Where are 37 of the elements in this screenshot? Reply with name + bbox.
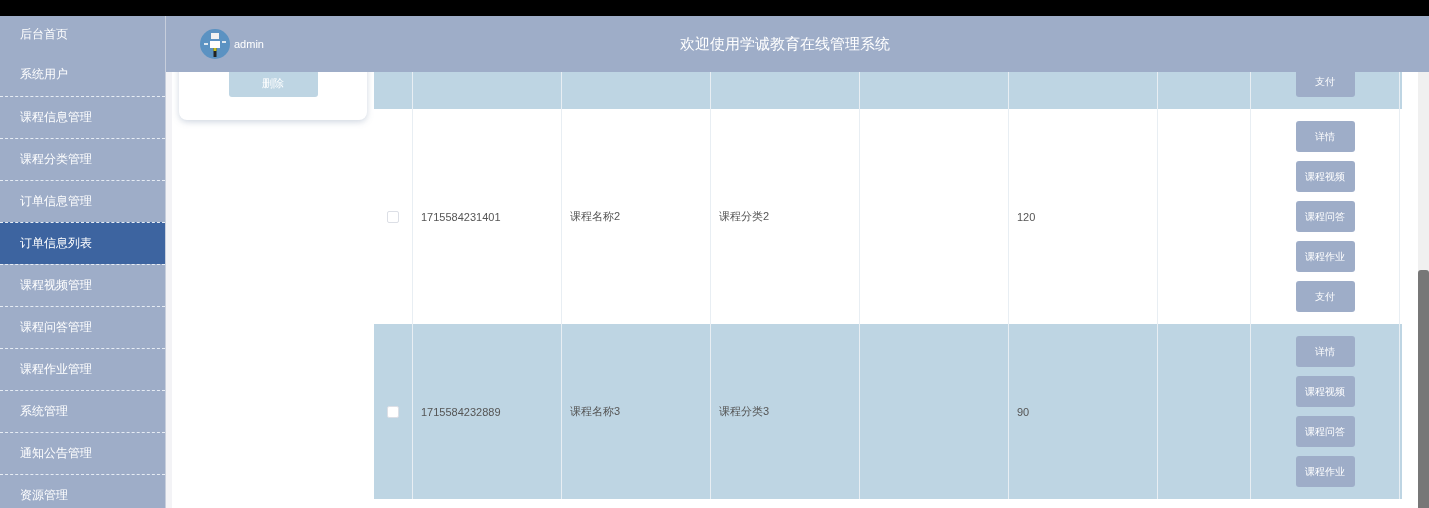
action-button[interactable]: 详情	[1295, 121, 1355, 152]
row-checkbox[interactable]	[387, 210, 399, 223]
action-button[interactable]: 支付	[1295, 72, 1355, 97]
scrollbar[interactable]	[1418, 72, 1429, 508]
sidebar-item[interactable]: 系统用户	[0, 56, 165, 96]
sidebar-item[interactable]: 课程视频管理	[0, 264, 165, 306]
table-cell: 1715584232889	[421, 405, 501, 418]
table-cell: 课程分类3	[719, 404, 770, 419]
table-cell: 90	[1017, 405, 1030, 418]
action-button[interactable]: 课程问答	[1295, 201, 1355, 232]
scrollbar-thumb[interactable]	[1418, 270, 1429, 508]
sidebar-item[interactable]: 通知公告管理	[0, 432, 165, 474]
table-cell: 课程名称3	[570, 404, 621, 419]
sidebar-item[interactable]: 课程作业管理	[0, 348, 165, 390]
action-button[interactable]: 课程作业	[1295, 456, 1355, 487]
action-button[interactable]: 课程问答	[1295, 416, 1355, 447]
sidebar-item[interactable]: 系统管理	[0, 390, 165, 432]
sidebar-item[interactable]: 课程分类管理	[0, 138, 165, 180]
table-cell: 120	[1017, 210, 1036, 223]
system-title: 欢迎使用学诚教育在线管理系统	[678, 34, 891, 54]
table-cell: 1715584231401	[421, 210, 501, 223]
action-button[interactable]: 课程视频	[1295, 376, 1355, 407]
action-button[interactable]: 课程视频	[1295, 161, 1355, 192]
table-cell: 课程名称2	[570, 209, 621, 224]
action-button[interactable]: 详情	[1295, 336, 1355, 367]
username: admin	[234, 38, 264, 50]
avatar-icon	[200, 29, 230, 59]
sidebar-item[interactable]: 订单信息列表	[0, 222, 165, 264]
row-checkbox[interactable]	[387, 405, 399, 418]
delete-button[interactable]: 删除	[228, 72, 318, 97]
action-button[interactable]: 支付	[1295, 281, 1355, 312]
sidebar-item[interactable]: 资源管理	[0, 474, 165, 508]
sidebar-item[interactable]: 课程信息管理	[0, 96, 165, 138]
action-button[interactable]: 课程作业	[1295, 241, 1355, 272]
sidebar-item[interactable]: 课程问答管理	[0, 306, 165, 348]
sidebar-item[interactable]: 后台首页	[0, 16, 165, 56]
table-cell: 课程分类2	[719, 209, 770, 224]
